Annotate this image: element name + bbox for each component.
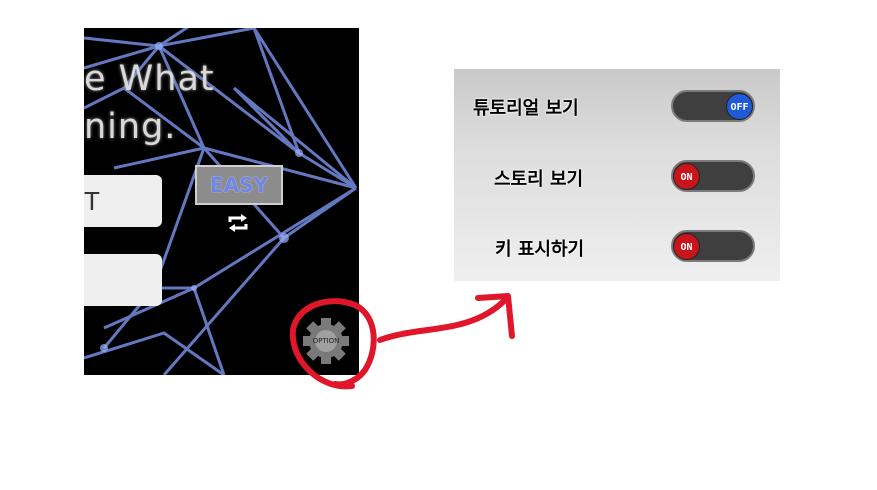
tutorial-toggle[interactable]: OFF (671, 90, 755, 122)
keys-toggle[interactable]: ON (671, 230, 755, 262)
game-screen: e What ning. T EASY OPTION (84, 28, 359, 375)
option-label-tutorial: 튜토리얼 보기 (473, 98, 579, 119)
annotation-arrow (377, 297, 508, 343)
second-input[interactable] (84, 254, 162, 306)
title-line: e What (84, 59, 215, 99)
options-panel: 튜토리얼 보기 OFF 스토리 보기 ON 키 표시하기 ON (454, 69, 780, 281)
repeat-icon[interactable] (227, 214, 249, 232)
toggle-knob: ON (673, 163, 700, 190)
toggle-knob: OFF (726, 93, 753, 120)
name-input[interactable]: T (84, 175, 162, 227)
option-label: OPTION (312, 337, 340, 345)
difficulty-button[interactable]: EASY (195, 165, 283, 205)
title-line: ning. (84, 107, 177, 147)
option-label-keys: 키 표시하기 (495, 239, 585, 260)
arrow-head (475, 293, 515, 339)
option-label-story: 스토리 보기 (494, 169, 584, 190)
toggle-knob: ON (673, 233, 700, 260)
story-toggle[interactable]: ON (671, 160, 755, 192)
